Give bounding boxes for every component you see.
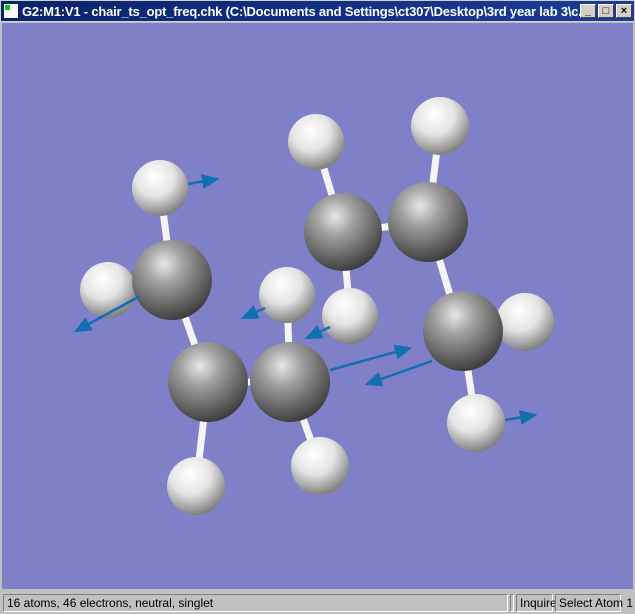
hydrogen-atom [447, 394, 505, 452]
displacement-arrow [304, 324, 331, 340]
hydrogen-atom [496, 293, 554, 351]
minimize-button[interactable]: _ [580, 4, 596, 18]
status-divider [510, 594, 514, 612]
displacement-arrow [364, 359, 433, 387]
window-title: G2:M1:V1 - chair_ts_opt_freq.chk (C:\Doc… [22, 3, 580, 19]
hydrogen-atom [80, 262, 136, 318]
carbon-atom [388, 182, 468, 262]
status-mode: Inquire [516, 594, 557, 612]
hydrogen-atom [322, 288, 378, 344]
hydrogen-atom [132, 160, 188, 216]
title-bar: G2:M1:V1 - chair_ts_opt_freq.chk (C:\Doc… [0, 0, 635, 22]
close-button[interactable]: × [616, 4, 632, 18]
status-action: Select Atom 1 [555, 594, 633, 612]
hydrogen-atom [291, 437, 349, 495]
molecule-view[interactable] [2, 23, 633, 589]
hydrogen-atom [411, 97, 469, 155]
carbon-atom [304, 193, 382, 271]
carbon-atom [250, 342, 330, 422]
molecule-viewport[interactable] [2, 23, 633, 589]
maximize-button[interactable]: □ [598, 4, 614, 18]
carbon-atom [168, 342, 248, 422]
status-info: 16 atoms, 46 electrons, neutral, singlet [3, 594, 508, 612]
app-icon [4, 4, 18, 18]
carbon-atom [132, 240, 212, 320]
hydrogen-atom [259, 267, 315, 323]
displacement-arrow [240, 304, 266, 320]
carbon-atom [423, 291, 503, 371]
status-bar: 16 atoms, 46 electrons, neutral, singlet… [0, 592, 635, 614]
displacement-arrow [187, 174, 220, 189]
displacement-arrow [329, 344, 413, 372]
hydrogen-atom [288, 114, 344, 170]
hydrogen-atom [167, 457, 225, 515]
displacement-arrow [504, 410, 538, 425]
